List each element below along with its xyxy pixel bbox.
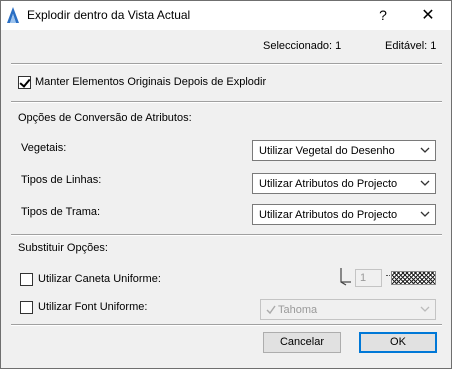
- chevron-down-icon: [420, 306, 430, 312]
- pen-pattern-swatch[interactable]: [386, 271, 436, 285]
- uniform-pen-checkbox[interactable]: [20, 273, 33, 286]
- check-icon: [266, 305, 276, 315]
- fill-types-value: Utilizar Atributos do Projecto: [259, 209, 398, 221]
- uniform-font-checkbox[interactable]: [20, 301, 33, 314]
- separator: [11, 324, 442, 326]
- uniform-pen-label[interactable]: Utilizar Caneta Uniforme:: [38, 273, 161, 285]
- font-dropdown[interactable]: Tahoma: [260, 299, 436, 320]
- keep-originals-checkbox[interactable]: [18, 76, 31, 89]
- selected-count: Seleccionado: 1: [263, 40, 342, 52]
- cancel-button[interactable]: Cancelar: [263, 332, 341, 353]
- editable-count: Editável: 1: [385, 40, 437, 52]
- help-button[interactable]: ?: [366, 1, 400, 30]
- separator: [11, 63, 442, 65]
- vegetation-value: Utilizar Vegetal do Desenho: [259, 145, 395, 157]
- override-heading: Substituir Opções:: [18, 242, 108, 254]
- conversion-heading: Opções de Conversão de Atributos:: [18, 112, 192, 124]
- keep-originals-label[interactable]: Manter Elementos Originais Depois de Exp…: [35, 76, 266, 88]
- archicad-app-icon: [7, 7, 19, 23]
- pen-icon: [340, 268, 351, 286]
- line-types-dropdown[interactable]: Utilizar Atributos do Projecto: [252, 173, 436, 194]
- chevron-down-icon: [420, 211, 430, 217]
- chevron-down-icon: [420, 180, 430, 186]
- ok-button[interactable]: OK: [359, 332, 437, 353]
- dialog-window: Explodir dentro da Vista Actual ? ✕ Sele…: [0, 0, 452, 369]
- font-value: Tahoma: [278, 304, 318, 316]
- chevron-down-icon: [420, 147, 430, 153]
- close-button[interactable]: ✕: [409, 1, 447, 30]
- line-types-label: Tipos de Linhas:: [21, 174, 102, 186]
- separator: [11, 234, 442, 236]
- pen-number-field[interactable]: 1: [355, 269, 382, 287]
- fill-types-dropdown[interactable]: Utilizar Atributos do Projecto: [252, 204, 436, 225]
- uniform-font-label[interactable]: Utilizar Font Uniforme:: [38, 301, 147, 313]
- title-bar[interactable]: Explodir dentro da Vista Actual ? ✕: [1, 1, 451, 30]
- vegetation-label: Vegetais:: [21, 142, 67, 154]
- fill-types-label: Tipos de Trama:: [21, 206, 101, 218]
- separator: [11, 101, 442, 103]
- vegetation-dropdown[interactable]: Utilizar Vegetal do Desenho: [252, 140, 436, 161]
- line-types-value: Utilizar Atributos do Projecto: [259, 178, 398, 190]
- dialog-title: Explodir dentro da Vista Actual: [27, 8, 191, 22]
